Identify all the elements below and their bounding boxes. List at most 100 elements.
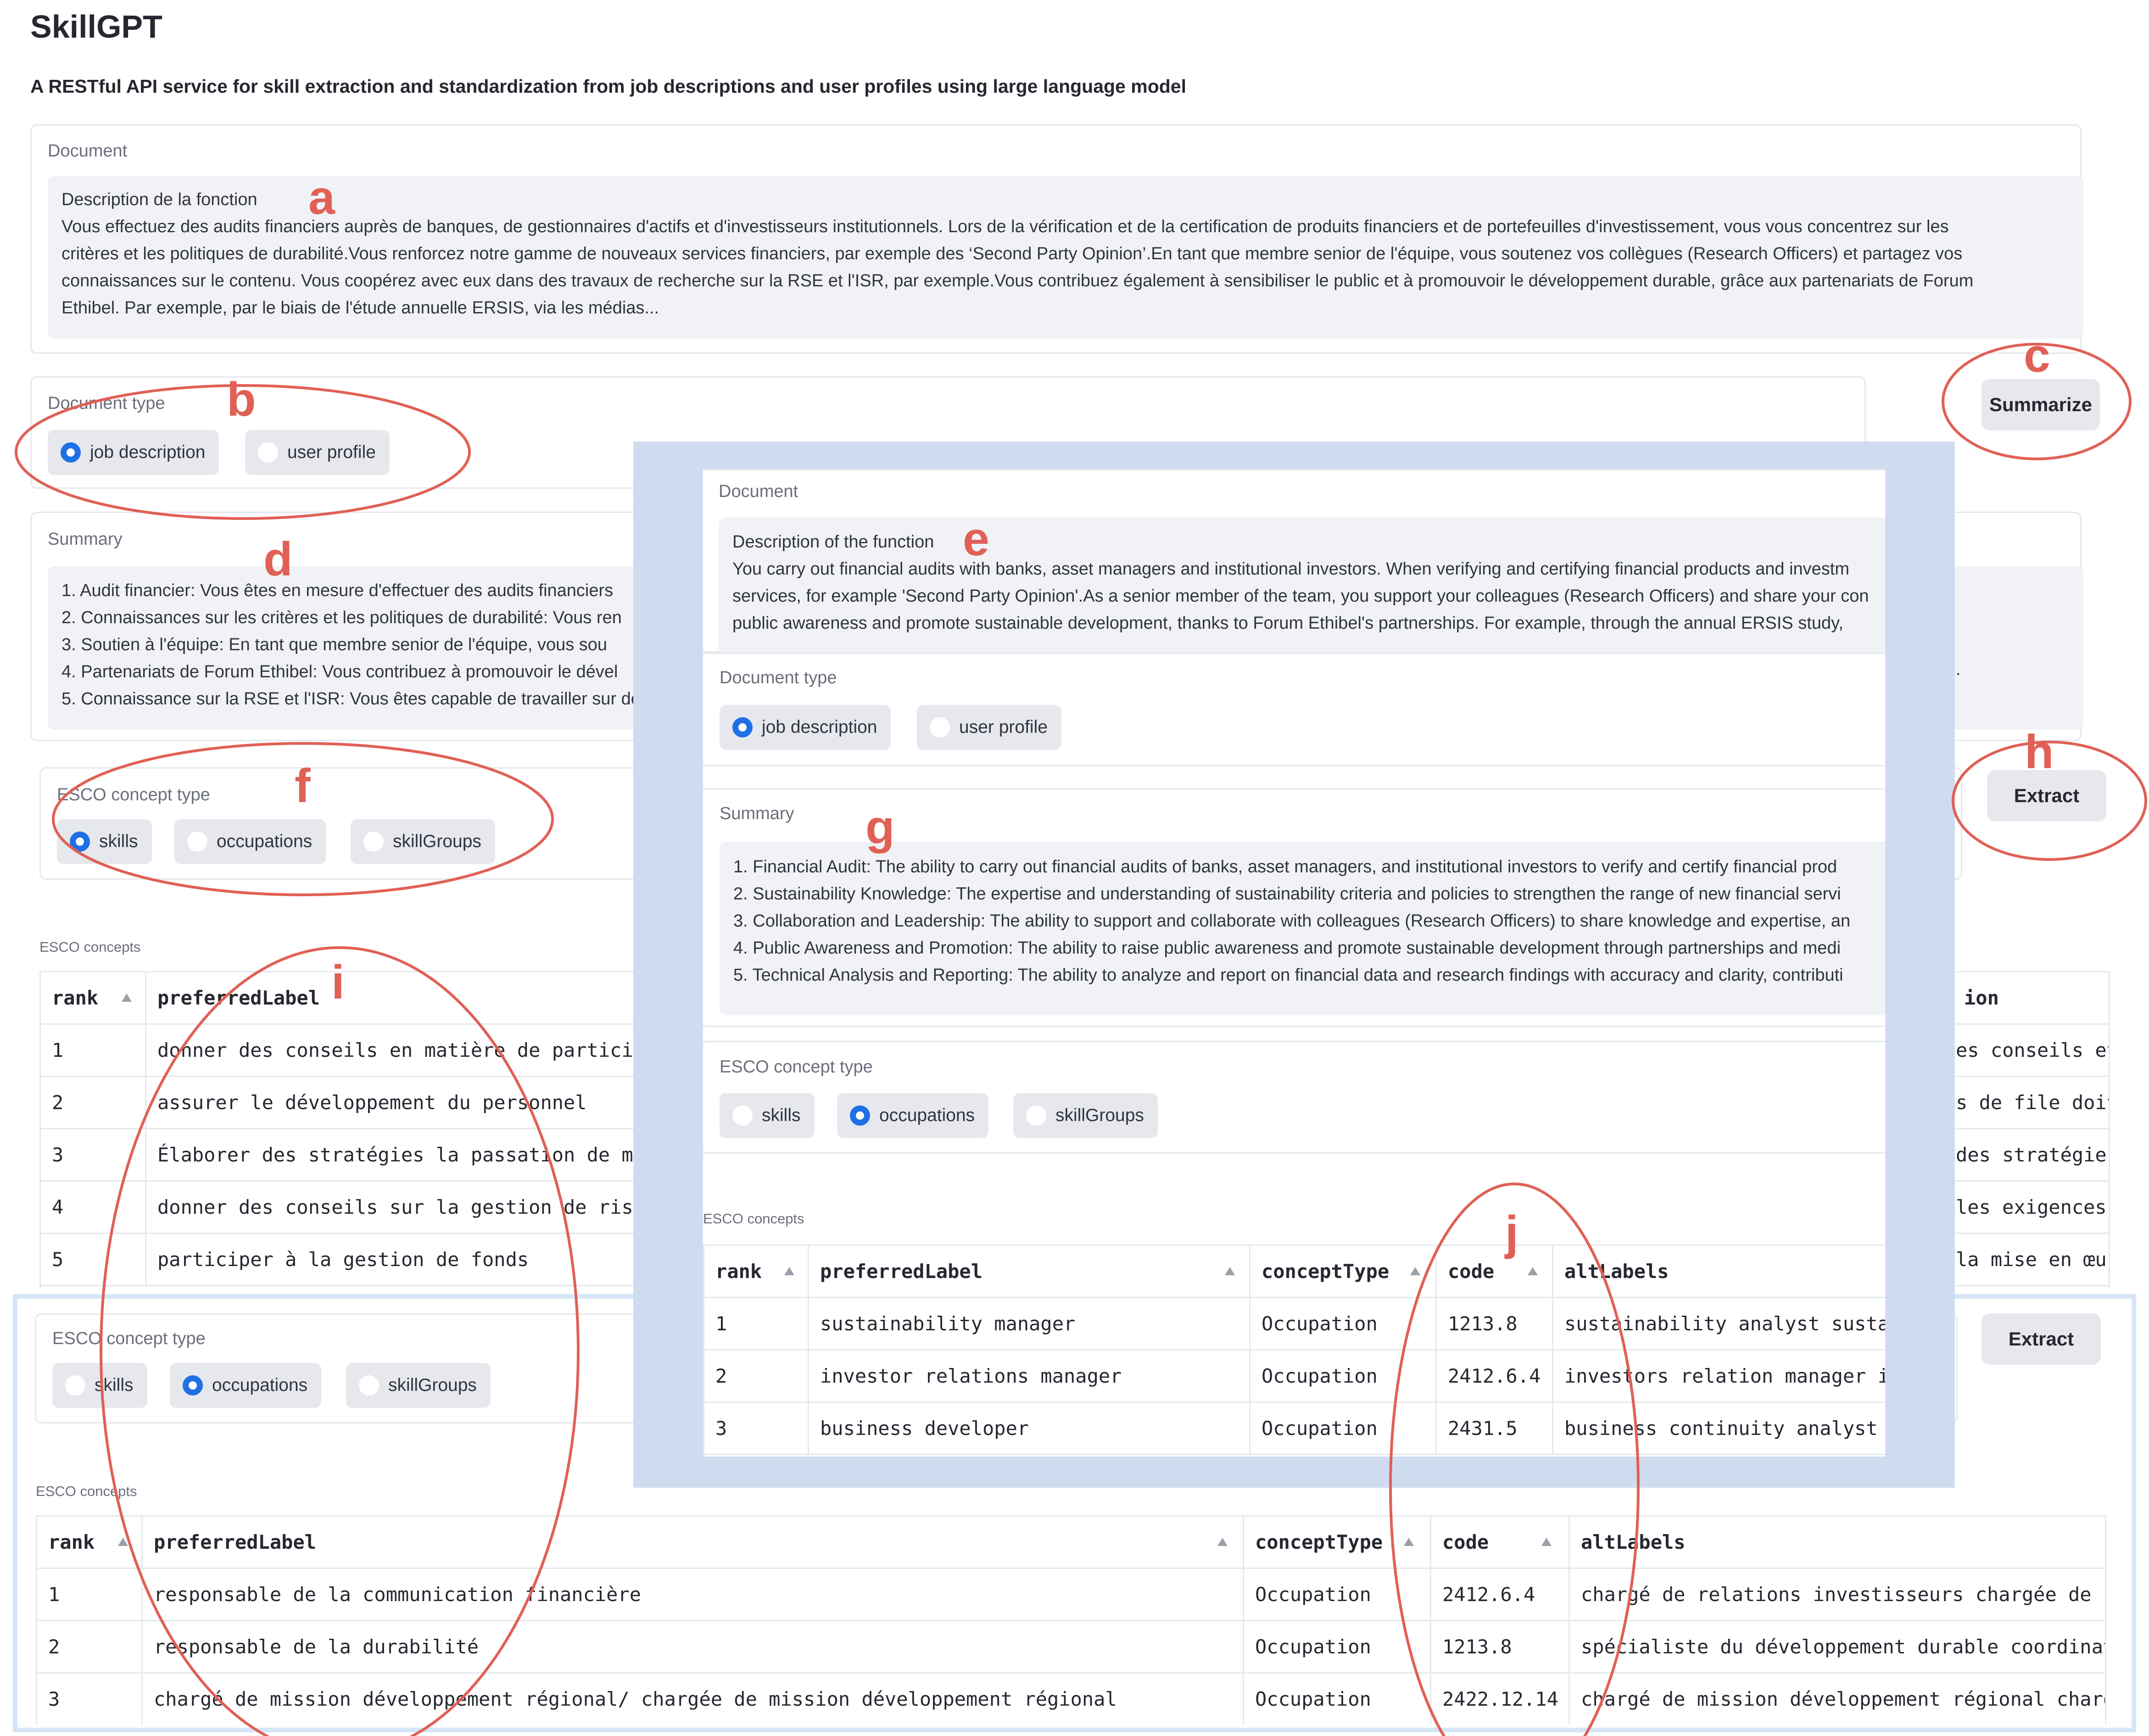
cell-label: investor relations manager (809, 1351, 1250, 1401)
cell-right: la mise en œu (1952, 1234, 2109, 1285)
cell-type: Occupation (1250, 1298, 1437, 1349)
cell-label: donner des conseils en matière de partic… (157, 1039, 645, 1061)
cell-right: des stratégie (1952, 1129, 2109, 1180)
radio-unselected-icon (187, 832, 207, 852)
cell-label: chargé de mission développement régional… (143, 1674, 1244, 1725)
header-preferred-label[interactable]: preferredLabel (809, 1246, 1250, 1297)
radio-label: occupations (212, 1375, 308, 1395)
table-row[interactable]: 1 sustainability manager Occupation 1213… (704, 1298, 1885, 1351)
cell-rank: 1 (37, 1569, 143, 1620)
en-radio-user-profile[interactable]: user profile (917, 705, 1061, 750)
radio-selected-icon (61, 442, 81, 463)
summary-line: 5. Technical Analysis and Reporting: The… (733, 966, 1843, 985)
cell-rank: 2 (41, 1077, 146, 1128)
summary-line: 4. Public Awareness and Promotion: The a… (733, 938, 1841, 958)
sort-asc-icon[interactable] (118, 1538, 128, 1546)
cell-type: Occupation (1250, 1403, 1437, 1454)
cell-rank: 3 (41, 1129, 146, 1180)
cell-alt: business continuity analyst (1564, 1417, 1878, 1440)
bottom-concepts-table: rank preferredLabel conceptType code alt… (36, 1515, 2106, 1725)
english-panel: Document Description of the function You… (703, 469, 1885, 1457)
header-alt-labels[interactable]: altLabels (1553, 1246, 1885, 1297)
radio-user-profile[interactable]: user profile (245, 430, 390, 475)
document-label: Document (48, 141, 128, 161)
cell-alt: spécialiste du développement durable coo… (1581, 1636, 2106, 1658)
radio-label: job description (762, 717, 877, 737)
cell-code: 1213.8 (1437, 1298, 1553, 1349)
doctype-label: Document type (48, 394, 165, 413)
sort-asc-icon[interactable] (122, 994, 132, 1002)
document-line: critères et les politiques de durabilité… (61, 244, 1963, 263)
radio-label: job description (90, 442, 206, 462)
sort-asc-icon[interactable] (1404, 1538, 1414, 1546)
en-summary-textarea[interactable]: 1. Financial Audit: The ability to carry… (720, 842, 1885, 1015)
document-line: Description de la fonction (61, 190, 257, 209)
cell-code: 2412.6.4 (1437, 1351, 1553, 1401)
app-subtitle: A RESTful API service for skill extracti… (30, 76, 1186, 97)
cell-label: business developer (809, 1403, 1250, 1454)
table-row[interactable]: 2 investor relations manager Occupation … (704, 1351, 1885, 1403)
summarize-button[interactable]: Summarize (1982, 379, 2100, 430)
radio-label: occupations (879, 1105, 975, 1125)
cell-label: responsable de la durabilité (143, 1621, 1244, 1672)
document-textarea[interactable]: Description de la fonction Vous effectue… (48, 176, 2083, 339)
cell-label: participer à la gestion de fonds (157, 1248, 529, 1271)
cell-code: 2422.12.14 (1431, 1674, 1570, 1725)
summary-label: Summary (48, 530, 123, 549)
app-title: SkillGPT (30, 9, 162, 45)
en-doctype-label: Document type (720, 668, 837, 687)
summary-tail: . (1956, 660, 1961, 679)
radio-skillgroups[interactable]: skillGroups (351, 819, 495, 864)
annotation-a: a (308, 171, 335, 224)
bottom-extract-button[interactable]: Extract (1982, 1313, 2101, 1365)
radio-label: skillGroups (1055, 1105, 1144, 1125)
header-concept-type[interactable]: conceptType (1250, 1246, 1437, 1297)
sort-asc-icon[interactable] (1225, 1267, 1235, 1275)
header-alt-labels[interactable]: altLabels (1570, 1517, 2105, 1568)
sort-asc-icon[interactable] (784, 1267, 794, 1275)
radio-unselected-icon (258, 442, 278, 463)
concepts-label: ESCO concepts (39, 939, 141, 955)
bottom-radio-skills[interactable]: skills (52, 1363, 147, 1408)
table-row[interactable]: 1 responsable de la communication financ… (37, 1569, 2105, 1621)
cell-rank: 1 (41, 1025, 146, 1076)
header-preferred-label[interactable]: preferredLabel (146, 972, 697, 1023)
header-concept-type[interactable]: conceptType (1244, 1517, 1431, 1568)
document-line: Vous effectuez des audits financiers aup… (61, 217, 1949, 236)
en-radio-job-description[interactable]: job description (720, 705, 891, 750)
sort-asc-icon[interactable] (1410, 1267, 1420, 1275)
bottom-concepts-label: ESCO concepts (36, 1483, 137, 1499)
radio-selected-icon (183, 1375, 203, 1395)
en-radio-occupations[interactable]: occupations (837, 1093, 989, 1138)
header-preferred-label[interactable]: preferredLabel (143, 1517, 1244, 1568)
radio-job-description[interactable]: job description (48, 430, 219, 475)
cell-rank: 1 (704, 1298, 809, 1349)
cell-right: es conseils et (1952, 1025, 2109, 1076)
sort-asc-icon[interactable] (1541, 1538, 1552, 1546)
en-concepts-table: rank preferredLabel conceptType code alt… (703, 1245, 1885, 1457)
radio-selected-icon (732, 717, 753, 737)
table-row[interactable]: 3 chargé de mission développement région… (37, 1674, 2105, 1725)
sort-asc-icon[interactable] (1217, 1538, 1228, 1546)
en-document-textarea[interactable]: Description of the function You carry ou… (719, 518, 1885, 653)
annotation-f: f (295, 759, 311, 813)
radio-label: skillGroups (388, 1375, 477, 1395)
radio-unselected-icon (732, 1105, 753, 1126)
radio-skills[interactable]: skills (57, 819, 152, 864)
table-row[interactable]: 3 business developer Occupation 2431.5 b… (704, 1403, 1885, 1455)
en-radio-skillgroups[interactable]: skillGroups (1013, 1093, 1158, 1138)
bottom-radio-skillgroups[interactable]: skillGroups (346, 1363, 491, 1408)
cell-rank: 2 (704, 1351, 809, 1401)
table-row[interactable]: 2 responsable de la durabilité Occupatio… (37, 1621, 2105, 1674)
radio-occupations[interactable]: occupations (174, 819, 326, 864)
radio-unselected-icon (359, 1375, 379, 1395)
cell-alt: investors relation manager i (1564, 1365, 1885, 1387)
sort-asc-icon[interactable] (1528, 1267, 1538, 1275)
en-radio-skills[interactable]: skills (720, 1093, 815, 1138)
radio-unselected-icon (363, 832, 384, 852)
header-description[interactable]: ion (1952, 972, 2109, 1023)
bottom-radio-occupations[interactable]: occupations (170, 1363, 322, 1408)
cell-type: Occupation (1244, 1569, 1431, 1620)
table-header-row: rank preferredLabel conceptType code alt… (37, 1517, 2105, 1569)
cell-label: sustainability manager (809, 1298, 1250, 1349)
